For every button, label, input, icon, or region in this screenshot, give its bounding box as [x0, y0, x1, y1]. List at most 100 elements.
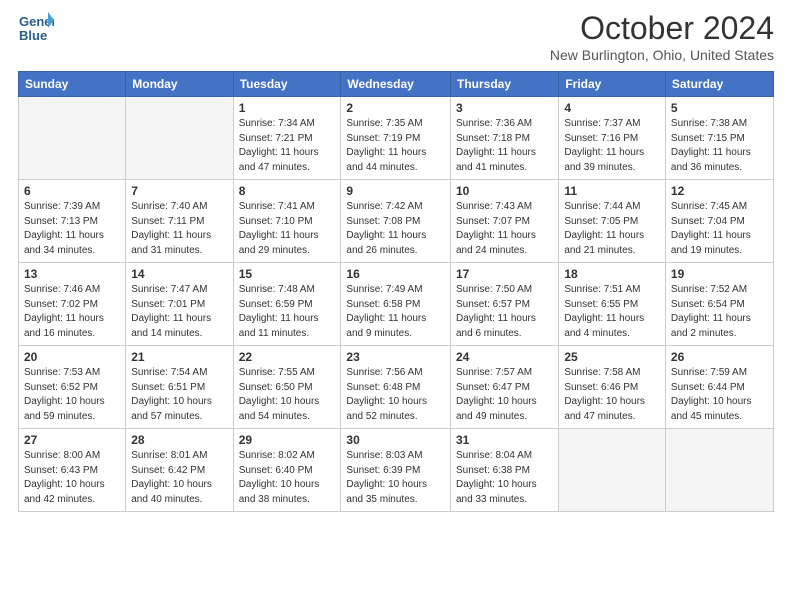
day-number: 11 [564, 184, 660, 198]
day-content: Sunrise: 7:56 AMSunset: 6:48 PMDaylight:… [346, 366, 445, 424]
day-number: 4 [564, 101, 660, 115]
day-number: 29 [239, 433, 336, 447]
day-number: 16 [346, 267, 445, 281]
day-number: 23 [346, 350, 445, 364]
day-content: Sunrise: 7:46 AMSunset: 7:02 PMDaylight:… [24, 283, 120, 341]
col-header-friday: Friday [559, 72, 666, 97]
day-content: Sunrise: 7:47 AMSunset: 7:01 PMDaylight:… [131, 283, 227, 341]
day-content: Sunrise: 7:40 AMSunset: 7:11 PMDaylight:… [131, 200, 227, 258]
day-content: Sunrise: 7:45 AMSunset: 7:04 PMDaylight:… [671, 200, 768, 258]
calendar-cell: 1 Sunrise: 7:34 AMSunset: 7:21 PMDaylight… [233, 97, 341, 180]
day-content: Sunrise: 7:35 AMSunset: 7:19 PMDaylight:… [346, 117, 445, 175]
day-number: 6 [24, 184, 120, 198]
day-content: Sunrise: 8:03 AMSunset: 6:39 PMDaylight:… [346, 449, 445, 507]
calendar-table: SundayMondayTuesdayWednesdayThursdayFrid… [18, 71, 774, 512]
day-content: Sunrise: 8:02 AMSunset: 6:40 PMDaylight:… [239, 449, 336, 507]
day-number: 14 [131, 267, 227, 281]
logo-svg: General Blue [18, 10, 54, 46]
day-content: Sunrise: 7:43 AMSunset: 7:07 PMDaylight:… [456, 200, 553, 258]
day-number: 22 [239, 350, 336, 364]
day-content: Sunrise: 7:55 AMSunset: 6:50 PMDaylight:… [239, 366, 336, 424]
day-number: 30 [346, 433, 445, 447]
day-content: Sunrise: 7:53 AMSunset: 6:52 PMDaylight:… [24, 366, 120, 424]
calendar-cell: 7 Sunrise: 7:40 AMSunset: 7:11 PMDaylight… [126, 180, 233, 263]
day-number: 5 [671, 101, 768, 115]
calendar-cell: 2 Sunrise: 7:35 AMSunset: 7:19 PMDaylight… [341, 97, 451, 180]
col-header-monday: Monday [126, 72, 233, 97]
calendar-cell: 6 Sunrise: 7:39 AMSunset: 7:13 PMDaylight… [19, 180, 126, 263]
day-number: 25 [564, 350, 660, 364]
calendar-cell: 17 Sunrise: 7:50 AMSunset: 6:57 PMDayligh… [450, 263, 558, 346]
day-number: 3 [456, 101, 553, 115]
calendar-cell: 10 Sunrise: 7:43 AMSunset: 7:07 PMDayligh… [450, 180, 558, 263]
day-content: Sunrise: 7:57 AMSunset: 6:47 PMDaylight:… [456, 366, 553, 424]
day-number: 1 [239, 101, 336, 115]
calendar-cell: 13 Sunrise: 7:46 AMSunset: 7:02 PMDayligh… [19, 263, 126, 346]
day-number: 27 [24, 433, 120, 447]
col-header-wednesday: Wednesday [341, 72, 451, 97]
day-number: 26 [671, 350, 768, 364]
calendar-cell: 30 Sunrise: 8:03 AMSunset: 6:39 PMDayligh… [341, 429, 451, 512]
day-content: Sunrise: 7:34 AMSunset: 7:21 PMDaylight:… [239, 117, 336, 175]
calendar-cell: 21 Sunrise: 7:54 AMSunset: 6:51 PMDayligh… [126, 346, 233, 429]
month-year-title: October 2024 [550, 10, 774, 47]
calendar-cell: 9Sunrise: 7:42 AMSunset: 7:08 PMDaylight… [341, 180, 451, 263]
calendar-cell: 26Sunrise: 7:59 AMSunset: 6:44 PMDayligh… [665, 346, 773, 429]
day-content: Sunrise: 7:36 AMSunset: 7:18 PMDaylight:… [456, 117, 553, 175]
day-number: 13 [24, 267, 120, 281]
calendar-cell: 31 Sunrise: 8:04 AMSunset: 6:38 PMDayligh… [450, 429, 558, 512]
day-number: 7 [131, 184, 227, 198]
day-content: Sunrise: 7:54 AMSunset: 6:51 PMDaylight:… [131, 366, 227, 424]
day-number: 15 [239, 267, 336, 281]
calendar-week-row: 1 Sunrise: 7:34 AMSunset: 7:21 PMDaylight… [19, 97, 774, 180]
calendar-week-row: 20 Sunrise: 7:53 AMSunset: 6:52 PMDayligh… [19, 346, 774, 429]
calendar-cell: 28 Sunrise: 8:01 AMSunset: 6:42 PMDayligh… [126, 429, 233, 512]
day-number: 19 [671, 267, 768, 281]
calendar-cell: 19 Sunrise: 7:52 AMSunset: 6:54 PMDayligh… [665, 263, 773, 346]
day-content: Sunrise: 7:49 AMSunset: 6:58 PMDaylight:… [346, 283, 445, 341]
day-content: Sunrise: 8:04 AMSunset: 6:38 PMDaylight:… [456, 449, 553, 507]
calendar-week-row: 13 Sunrise: 7:46 AMSunset: 7:02 PMDayligh… [19, 263, 774, 346]
day-content: Sunrise: 7:44 AMSunset: 7:05 PMDaylight:… [564, 200, 660, 258]
day-number: 10 [456, 184, 553, 198]
day-content: Sunrise: 7:39 AMSunset: 7:13 PMDaylight:… [24, 200, 120, 258]
day-content: Sunrise: 7:38 AMSunset: 7:15 PMDaylight:… [671, 117, 768, 175]
page: General Blue October 2024 New Burlington… [0, 0, 792, 530]
day-number: 12 [671, 184, 768, 198]
day-number: 28 [131, 433, 227, 447]
day-content: Sunrise: 7:50 AMSunset: 6:57 PMDaylight:… [456, 283, 553, 341]
calendar-week-row: 6 Sunrise: 7:39 AMSunset: 7:13 PMDaylight… [19, 180, 774, 263]
day-number: 2 [346, 101, 445, 115]
calendar-cell: 20 Sunrise: 7:53 AMSunset: 6:52 PMDayligh… [19, 346, 126, 429]
day-content: Sunrise: 8:01 AMSunset: 6:42 PMDaylight:… [131, 449, 227, 507]
day-number: 21 [131, 350, 227, 364]
day-number: 31 [456, 433, 553, 447]
day-number: 18 [564, 267, 660, 281]
calendar-cell: 16 Sunrise: 7:49 AMSunset: 6:58 PMDayligh… [341, 263, 451, 346]
location-subtitle: New Burlington, Ohio, United States [550, 47, 774, 63]
day-number: 8 [239, 184, 336, 198]
calendar-cell: 25Sunrise: 7:58 AMSunset: 6:46 PMDayligh… [559, 346, 666, 429]
col-header-tuesday: Tuesday [233, 72, 341, 97]
col-header-sunday: Sunday [19, 72, 126, 97]
day-content: Sunrise: 7:41 AMSunset: 7:10 PMDaylight:… [239, 200, 336, 258]
svg-text:Blue: Blue [19, 28, 47, 43]
calendar-cell: 22 Sunrise: 7:55 AMSunset: 6:50 PMDayligh… [233, 346, 341, 429]
calendar-week-row: 27Sunrise: 8:00 AMSunset: 6:43 PMDayligh… [19, 429, 774, 512]
day-number: 9 [346, 184, 445, 198]
day-number: 20 [24, 350, 120, 364]
col-header-thursday: Thursday [450, 72, 558, 97]
col-header-saturday: Saturday [665, 72, 773, 97]
day-number: 17 [456, 267, 553, 281]
day-content: Sunrise: 7:51 AMSunset: 6:55 PMDaylight:… [564, 283, 660, 341]
calendar-cell: 3 Sunrise: 7:36 AMSunset: 7:18 PMDaylight… [450, 97, 558, 180]
calendar-cell: 18 Sunrise: 7:51 AMSunset: 6:55 PMDayligh… [559, 263, 666, 346]
day-content: Sunrise: 7:52 AMSunset: 6:54 PMDaylight:… [671, 283, 768, 341]
calendar-cell [126, 97, 233, 180]
calendar-cell: 14 Sunrise: 7:47 AMSunset: 7:01 PMDayligh… [126, 263, 233, 346]
calendar-cell: 24 Sunrise: 7:57 AMSunset: 6:47 PMDayligh… [450, 346, 558, 429]
calendar-cell [559, 429, 666, 512]
calendar-cell: 4Sunrise: 7:37 AMSunset: 7:16 PMDaylight… [559, 97, 666, 180]
calendar-cell: 29 Sunrise: 8:02 AMSunset: 6:40 PMDayligh… [233, 429, 341, 512]
day-number: 24 [456, 350, 553, 364]
